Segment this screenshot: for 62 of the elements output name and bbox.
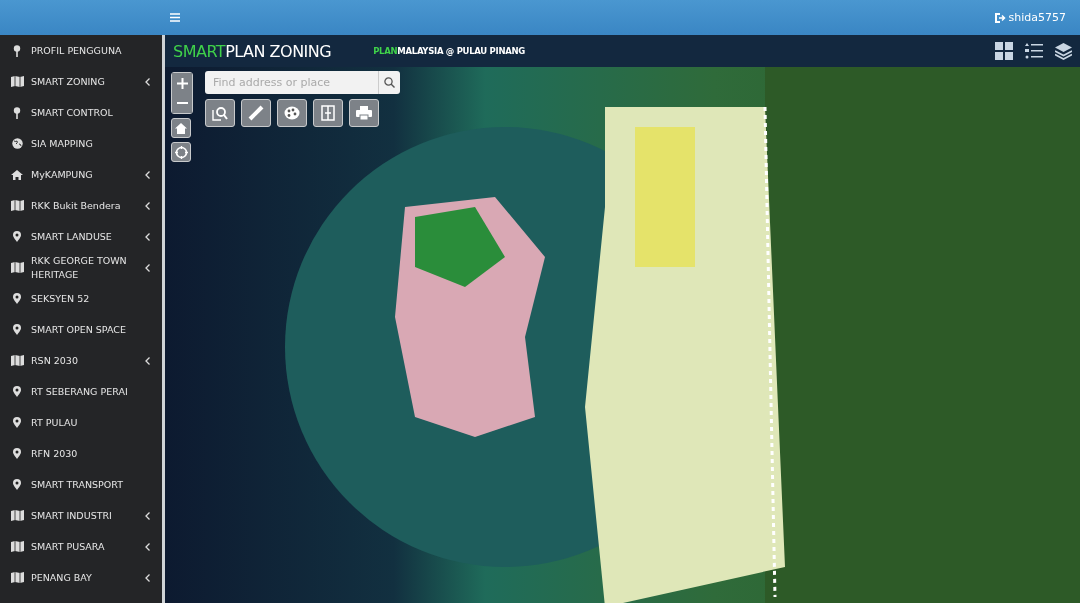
location-pin-icon [13, 231, 21, 242]
sidebar-menu-item[interactable]: RFN 2030 [0, 438, 162, 469]
pushpin-icon [13, 44, 21, 57]
home-button[interactable] [171, 118, 191, 138]
sidebar-menu-item[interactable]: SEKSYEN 52 [0, 283, 162, 314]
sidebar-menu-item[interactable]: PENANG BAY [0, 562, 162, 593]
printer-icon [356, 106, 372, 120]
swipe-compare-button[interactable] [313, 99, 343, 127]
location-pin-icon [13, 479, 21, 490]
sidebar-menu-item[interactable]: SMART PUSARA [0, 531, 162, 562]
app-title: SMARTPLAN ZONING [173, 41, 332, 61]
sidebar-menu-item[interactable]: RKK GEORGE TOWN HERITAGE [0, 252, 162, 283]
sidebar-menu-item[interactable]: SMART LANDUSE [0, 221, 162, 252]
folded-map-icon [10, 541, 24, 552]
sidebar-menu-item[interactable]: MyKAMPUNG [0, 159, 162, 190]
sidebar-menu-item[interactable]: SMART ZONING [0, 66, 162, 97]
location-pin-icon [13, 324, 21, 335]
crosshair-icon [174, 145, 188, 159]
legend-list-icon[interactable] [1025, 43, 1043, 59]
plus-icon [176, 77, 188, 89]
sidebar-menu-item[interactable]: RSN 2030 [0, 345, 162, 376]
folded-map-icon [10, 262, 24, 273]
sign-out-icon[interactable] [994, 12, 1006, 23]
sidebar-menu-item[interactable]: PROFIL PENGGUNA [0, 35, 162, 66]
sidebar-menu-item[interactable]: RKK Bukit Bendera [0, 190, 162, 221]
zoom-to-area-button[interactable] [205, 99, 235, 127]
minus-icon [176, 102, 188, 104]
folded-map-icon [10, 510, 24, 521]
print-button[interactable] [349, 99, 379, 127]
locate-button[interactable] [171, 142, 191, 162]
search-button[interactable] [378, 71, 400, 94]
palette-icon [284, 106, 300, 120]
menu-icon[interactable] [170, 13, 180, 22]
folded-map-icon [10, 200, 24, 211]
folded-map-icon [10, 572, 24, 583]
search-icon [384, 77, 395, 88]
grid-view-icon[interactable] [995, 42, 1013, 60]
globe-icon [11, 138, 23, 149]
location-pin-icon [13, 293, 21, 304]
search-field[interactable]: Find address or place [205, 71, 378, 94]
house-icon [175, 122, 187, 134]
sidebar-menu-item[interactable]: RT SEBERANG PERAI [0, 376, 162, 407]
basemap-button[interactable] [277, 99, 307, 127]
sidebar-menu-item[interactable]: SIA MAPPING [0, 128, 162, 159]
location-pin-icon [13, 448, 21, 459]
house-icon [11, 169, 23, 180]
sidebar-menu-item[interactable]: SMART TRANSPORT [0, 469, 162, 500]
sidebar-menu-item[interactable]: RT PULAU [0, 407, 162, 438]
split-panel-icon [321, 105, 335, 121]
folded-map-icon [10, 76, 24, 87]
ruler-icon [248, 105, 264, 121]
magnifier-icon [212, 105, 228, 121]
agency-label: PLANMALAYSIA @ PULAU PINANG [373, 46, 525, 56]
sidebar-menu-item[interactable]: SMART CONTROL [0, 97, 162, 128]
location-pin-icon [13, 417, 21, 428]
folded-map-icon [10, 355, 24, 366]
measure-button[interactable] [241, 99, 271, 127]
location-pin-icon [13, 386, 21, 397]
sidebar-menu-item[interactable]: SMART INDUSTRI [0, 500, 162, 531]
pushpin-icon [13, 106, 21, 119]
layers-icon[interactable] [1055, 42, 1072, 60]
sidebar-menu-item[interactable]: SMART OPEN SPACE [0, 314, 162, 345]
